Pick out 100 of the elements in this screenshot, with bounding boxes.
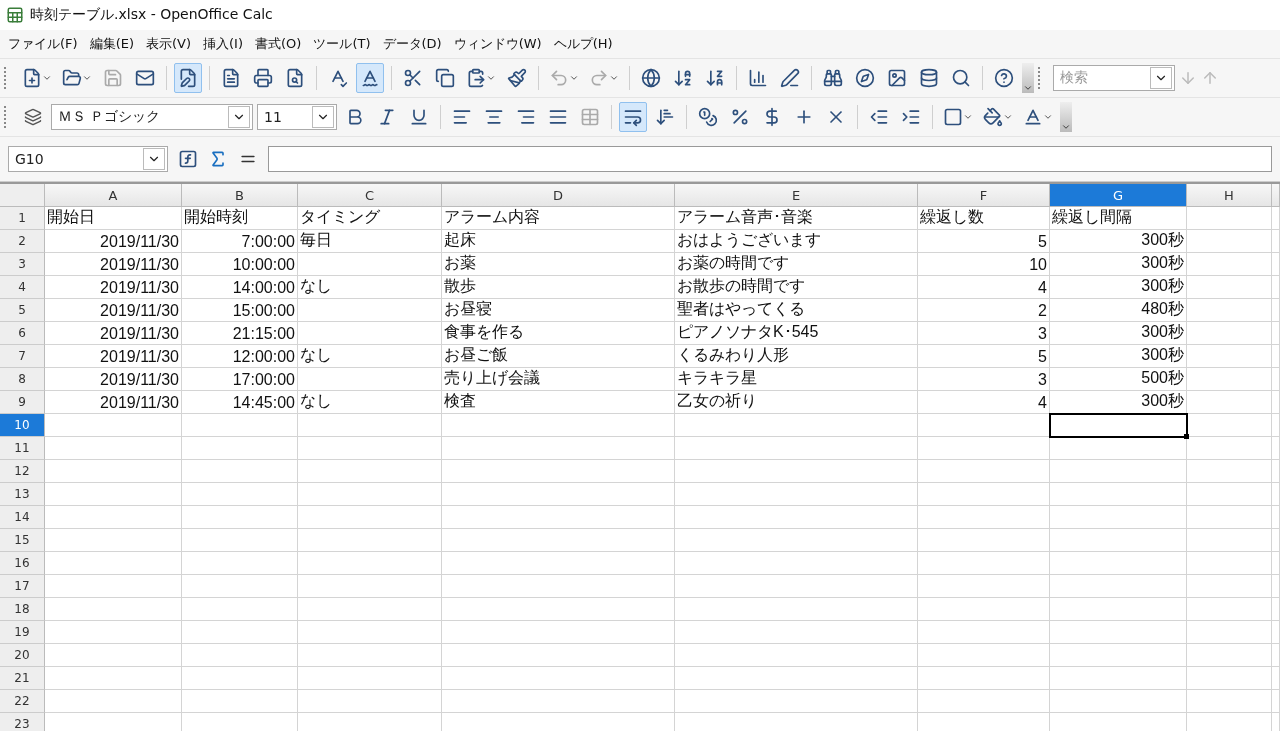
spreadsheet-icon <box>6 6 24 24</box>
row-header[interactable]: 8 <box>0 368 45 391</box>
row-header[interactable]: 20 <box>0 644 45 667</box>
column-header[interactable]: G <box>1050 184 1187 207</box>
chevron-down-icon <box>312 106 334 128</box>
table-cell: 300秒 <box>1050 230 1187 253</box>
paintbrush-icon <box>507 68 527 88</box>
menu-item[interactable]: 表示(V) <box>140 31 198 57</box>
row-header[interactable]: 10 <box>0 414 45 437</box>
undo-icon <box>549 68 569 88</box>
globe-icon <box>641 68 661 88</box>
row-header[interactable]: 16 <box>0 552 45 575</box>
row-header[interactable]: 18 <box>0 598 45 621</box>
menu-item[interactable]: 編集(E) <box>83 31 140 57</box>
row-header[interactable]: 23 <box>0 713 45 731</box>
border-icon <box>943 107 963 127</box>
table-cell: 散歩 <box>442 276 675 299</box>
clipboard-icon <box>466 68 486 88</box>
row-header[interactable]: 4 <box>0 276 45 299</box>
menu-item[interactable]: 挿入(I) <box>197 31 249 57</box>
menu-item[interactable]: ツール(T) <box>307 31 377 57</box>
row-header[interactable]: 14 <box>0 506 45 529</box>
table-cell: くるみわり人形 <box>675 345 918 368</box>
justify-icon <box>548 107 568 127</box>
pencil-icon <box>780 68 800 88</box>
row-header[interactable]: 13 <box>0 483 45 506</box>
table-cell: 4 <box>918 276 1050 299</box>
column-header[interactable]: E <box>675 184 918 207</box>
chevron-down-icon <box>228 106 250 128</box>
database-icon <box>919 68 939 88</box>
table-cell: 5 <box>918 345 1050 368</box>
column-header[interactable]: C <box>298 184 442 207</box>
table-cell: お昼寝 <box>442 299 675 322</box>
table-cell: アラーム音声･音楽 <box>675 207 918 230</box>
caret-icon[interactable] <box>609 73 619 83</box>
font-color-icon <box>1023 107 1043 127</box>
row-header[interactable]: 1 <box>0 207 45 230</box>
column-header[interactable]: A <box>45 184 182 207</box>
bar-chart-icon <box>748 68 768 88</box>
caret-icon[interactable] <box>486 73 496 83</box>
table-cell: 起床 <box>442 230 675 253</box>
table-cell: 毎日 <box>298 230 442 253</box>
row-header[interactable]: 12 <box>0 460 45 483</box>
function-wizard-icon[interactable] <box>178 149 198 169</box>
row-header[interactable]: 7 <box>0 345 45 368</box>
row-header[interactable]: 22 <box>0 690 45 713</box>
row-header[interactable]: 9 <box>0 391 45 414</box>
table-cell: 2019/11/30 <box>45 345 182 368</box>
column-header[interactable]: B <box>182 184 298 207</box>
row-header[interactable]: 19 <box>0 621 45 644</box>
row-header[interactable]: 15 <box>0 529 45 552</box>
column-header[interactable]: H <box>1187 184 1272 207</box>
wrap-text-button[interactable] <box>619 102 647 132</box>
caret-icon[interactable] <box>569 73 579 83</box>
row-header[interactable]: 3 <box>0 253 45 276</box>
table-cell: お昼ご飯 <box>442 345 675 368</box>
formula-input[interactable] <box>268 146 1272 172</box>
menu-item[interactable]: データ(D) <box>376 31 448 57</box>
folder-icon <box>62 68 82 88</box>
row-header[interactable]: 17 <box>0 575 45 598</box>
table-cell: 2 <box>918 299 1050 322</box>
table-cell: お散歩の時間です <box>675 276 918 299</box>
column-header[interactable]: F <box>918 184 1050 207</box>
scissors-icon <box>403 68 423 88</box>
table-cell: 2019/11/30 <box>45 230 182 253</box>
caret-icon[interactable] <box>1003 112 1013 122</box>
menu-item[interactable]: ウィンドウ(W) <box>447 31 548 57</box>
menu-item[interactable]: ヘルプ(H) <box>547 31 619 57</box>
table-cell: 3 <box>918 322 1050 345</box>
table-cell: 10 <box>918 253 1050 276</box>
table-cell: 検査 <box>442 391 675 414</box>
caret-icon[interactable] <box>82 73 92 83</box>
table-cell: 2019/11/30 <box>45 368 182 391</box>
name-box[interactable]: G10 <box>8 146 168 172</box>
table-cell: 2019/11/30 <box>45 299 182 322</box>
page-preview-icon <box>285 68 305 88</box>
table-cell: キラキラ星 <box>675 368 918 391</box>
column-header[interactable]: D <box>442 184 675 207</box>
table-cell: 乙女の祈り <box>675 391 918 414</box>
table-cell: おはようございます <box>675 230 918 253</box>
menu-item[interactable]: 書式(O) <box>249 31 308 57</box>
menu-item[interactable]: ファイル(F) <box>2 31 84 57</box>
caret-icon[interactable] <box>42 73 52 83</box>
table-cell: 繰返し間隔 <box>1050 207 1187 230</box>
edit-file-button[interactable] <box>174 63 202 93</box>
row-header[interactable]: 11 <box>0 437 45 460</box>
font-size-field[interactable]: 11 <box>257 104 337 130</box>
auto-spellcheck-button[interactable] <box>356 63 384 93</box>
row-header[interactable]: 21 <box>0 667 45 690</box>
paint-bucket-icon <box>983 107 1003 127</box>
picture-icon <box>887 68 907 88</box>
merge-cells-icon <box>580 107 600 127</box>
wrap-text-icon <box>623 107 643 127</box>
caret-icon[interactable] <box>963 112 973 122</box>
row-header[interactable]: 6 <box>0 322 45 345</box>
table-cell: 2019/11/30 <box>45 276 182 299</box>
help-icon <box>994 68 1014 88</box>
row-header[interactable]: 5 <box>0 299 45 322</box>
font-name-field[interactable]: ＭＳ Ｐゴシック <box>51 104 253 130</box>
row-header[interactable]: 2 <box>0 230 45 253</box>
